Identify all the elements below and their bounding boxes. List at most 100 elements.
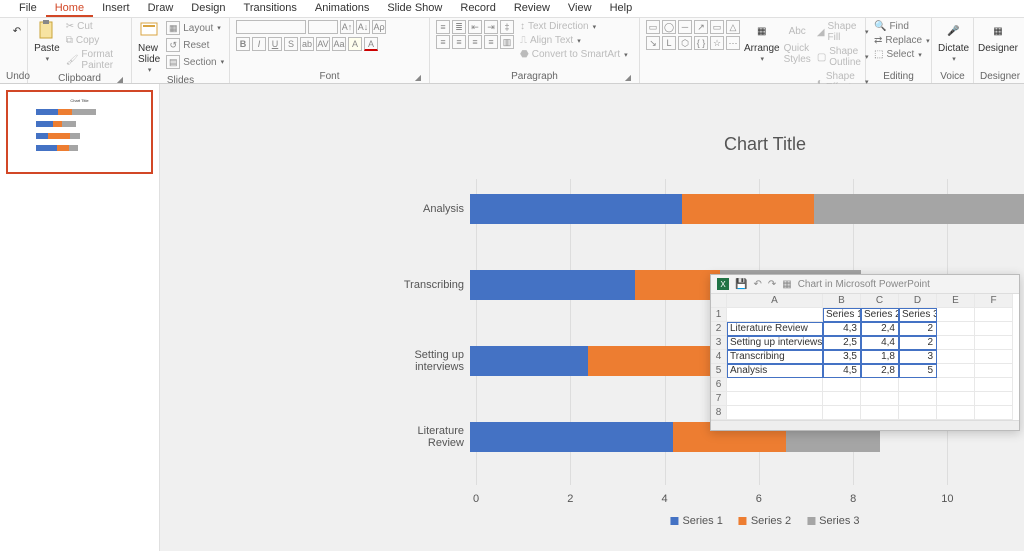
datasheet-title: Chart in Microsoft PowerPoint	[798, 279, 930, 290]
x-tick-label: 0	[473, 493, 479, 505]
numbering-button[interactable]: ≣	[452, 20, 466, 34]
underline-button[interactable]: U	[268, 37, 282, 51]
styles-icon: Abc	[786, 20, 808, 42]
shapes-gallery[interactable]: ▭◯─↗▭△ ↘L⬡{ }☆⋯	[646, 20, 740, 50]
datasheet-scrollbar[interactable]	[711, 420, 1019, 430]
find-button[interactable]: 🔍Find	[872, 20, 932, 33]
font-size-select[interactable]	[308, 20, 338, 34]
section-button[interactable]: ▤Section▾	[164, 54, 226, 70]
smartart-icon: ⬣	[520, 49, 529, 60]
redo-icon[interactable]: ↷	[768, 279, 776, 290]
replace-button[interactable]: ⇄Replace▾	[872, 34, 932, 47]
designer-button[interactable]: ▦Designer	[980, 20, 1016, 54]
shape-fill-button[interactable]: ◢Shape Fill▾	[815, 20, 871, 44]
dialog-launcher-icon[interactable]: ◢	[115, 75, 125, 85]
legend-item: Series 2	[739, 515, 791, 527]
grid-icon[interactable]: ▦	[782, 279, 791, 290]
indent-increase-button[interactable]: ⇥	[484, 20, 498, 34]
indent-decrease-button[interactable]: ⇤	[468, 20, 482, 34]
group-label-font: Font◢	[236, 70, 423, 83]
align-text-icon: ⎍	[520, 35, 527, 46]
text-direction-icon: ↕	[520, 21, 525, 32]
strike-button[interactable]: S	[284, 37, 298, 51]
justify-button[interactable]: ≡	[484, 35, 498, 49]
copy-button[interactable]: ⧉Copy	[64, 34, 125, 47]
paste-button[interactable]: Paste▾	[34, 20, 60, 63]
x-tick-label: 6	[756, 493, 762, 505]
x-tick-label: 2	[567, 493, 573, 505]
menu-tab-insert[interactable]: Insert	[93, 0, 139, 17]
align-right-button[interactable]: ≡	[468, 35, 482, 49]
dictate-button[interactable]: 🎤Dictate▾	[938, 20, 969, 63]
copy-icon: ⧉	[66, 35, 73, 46]
cut-button[interactable]: ✂Cut	[64, 20, 125, 33]
x-tick-label: 8	[850, 493, 856, 505]
text-direction-button[interactable]: ↕Text Direction▾	[518, 20, 630, 33]
group-label-undo: Undo	[6, 70, 21, 83]
menu-bar: FileHomeInsertDrawDesignTransitionsAnima…	[0, 0, 1024, 18]
menu-tab-slide-show[interactable]: Slide Show	[378, 0, 451, 17]
font-color-button[interactable]: A	[364, 37, 378, 51]
italic-button[interactable]: I	[252, 37, 266, 51]
section-icon: ▤	[166, 55, 180, 69]
group-label-voice: Voice	[938, 70, 967, 83]
menu-tab-review[interactable]: Review	[505, 0, 559, 17]
menu-tab-transitions[interactable]: Transitions	[235, 0, 306, 17]
smartart-button[interactable]: ⬣Convert to SmartArt▾	[518, 48, 630, 61]
case-button[interactable]: Aa	[332, 37, 346, 51]
undo-icon[interactable]: ↶	[753, 279, 761, 290]
clear-formatting-button[interactable]: Aρ	[372, 20, 386, 34]
line-spacing-button[interactable]: ‡	[500, 20, 514, 34]
format-painter-button[interactable]: 🖌Format Painter	[64, 48, 125, 72]
menu-tab-file[interactable]: File	[10, 0, 46, 17]
align-left-button[interactable]: ≡	[436, 35, 450, 49]
save-icon[interactable]: 💾	[735, 279, 747, 290]
brush-icon: 🖌	[66, 55, 79, 66]
datasheet-grid[interactable]: ABCDEF1Series 1Series 2Series 32Literatu…	[711, 294, 1019, 420]
group-label-clipboard: Clipboard◢	[34, 72, 125, 85]
font-family-select[interactable]	[236, 20, 306, 34]
menu-tab-view[interactable]: View	[559, 0, 601, 17]
menu-tab-record[interactable]: Record	[451, 0, 504, 17]
align-text-button[interactable]: ⎍Align Text▾	[518, 34, 630, 47]
align-center-button[interactable]: ≡	[452, 35, 466, 49]
shape-outline-button[interactable]: ▢Shape Outline▾	[815, 45, 871, 69]
category-label: Analysis	[380, 203, 470, 215]
dialog-launcher-icon[interactable]: ◢	[413, 73, 423, 83]
fill-icon: ◢	[817, 27, 825, 38]
undo-button[interactable]: ↶	[6, 20, 28, 42]
layout-button[interactable]: ▦Layout▾	[164, 20, 226, 36]
spacing-button[interactable]: AV	[316, 37, 330, 51]
increase-font-button[interactable]: A↑	[340, 20, 354, 34]
menu-tab-animations[interactable]: Animations	[306, 0, 378, 17]
select-button[interactable]: ⬚Select▾	[872, 48, 932, 61]
cursor-icon: ⬚	[874, 49, 883, 60]
reset-button[interactable]: ↺Reset	[164, 37, 226, 53]
ribbon: ↶ Undo Paste▾ ✂Cut ⧉Copy 🖌Format Painter…	[0, 18, 1024, 84]
slide-thumbnail-1[interactable]: Chart Title	[6, 90, 153, 174]
menu-tab-help[interactable]: Help	[601, 0, 642, 17]
new-slide-button[interactable]: New Slide▾	[138, 20, 160, 74]
slide-canvas[interactable]: Chart Title 02468101214AnalysisTranscrib…	[160, 84, 1024, 551]
menu-tab-design[interactable]: Design	[182, 0, 234, 17]
chart-datasheet-window[interactable]: X 💾 ↶ ↷ ▦ Chart in Microsoft PowerPoint …	[710, 274, 1020, 431]
bold-button[interactable]: B	[236, 37, 250, 51]
quick-styles-button[interactable]: AbcQuick Styles	[784, 20, 811, 65]
legend-item: Series 1	[670, 515, 722, 527]
arrange-icon: ▦	[751, 20, 773, 42]
category-label: Setting up interviews	[380, 349, 470, 373]
highlight-button[interactable]: A	[348, 37, 362, 51]
mic-icon: 🎤	[943, 20, 965, 42]
search-icon: 🔍	[874, 21, 886, 32]
menu-tab-draw[interactable]: Draw	[139, 0, 183, 17]
columns-button[interactable]: ▥	[500, 35, 514, 49]
datasheet-titlebar[interactable]: X 💾 ↶ ↷ ▦ Chart in Microsoft PowerPoint	[711, 275, 1019, 294]
group-label-designer: Designer	[980, 70, 1018, 83]
menu-tab-home[interactable]: Home	[46, 0, 93, 17]
bullets-button[interactable]: ≡	[436, 20, 450, 34]
legend-item: Series 3	[807, 515, 859, 527]
decrease-font-button[interactable]: A↓	[356, 20, 370, 34]
shadow-button[interactable]: ab	[300, 37, 314, 51]
dialog-launcher-icon[interactable]: ◢	[623, 73, 633, 83]
arrange-button[interactable]: ▦Arrange▾	[744, 20, 780, 63]
